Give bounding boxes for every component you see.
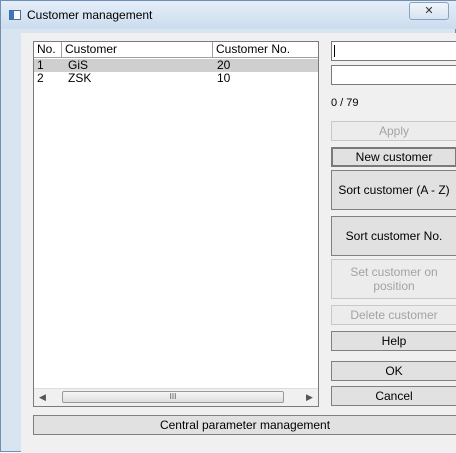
close-icon: ✕ <box>424 5 434 17</box>
scroll-left-icon[interactable]: ◀ <box>34 389 51 406</box>
column-header-no[interactable]: No. <box>34 42 62 58</box>
set-customer-on-position-button[interactable]: Set customer on position <box>331 259 456 299</box>
cell-customer-no: 10 <box>217 71 231 85</box>
scrollbar-grip: III <box>169 392 177 401</box>
central-parameter-management-button[interactable]: Central parameter management <box>33 415 456 435</box>
help-button[interactable]: Help <box>331 331 456 351</box>
close-button[interactable]: ✕ <box>409 2 449 20</box>
cancel-button[interactable]: Cancel <box>331 386 456 406</box>
sort-customer-no-button[interactable]: Sort customer No. <box>331 216 456 256</box>
cell-customer: ZSK <box>68 71 92 85</box>
table-row[interactable]: 2 ZSK 10 <box>34 72 318 85</box>
window-title: Customer management <box>27 8 153 22</box>
ok-button[interactable]: OK <box>331 361 456 381</box>
horizontal-scrollbar[interactable]: ◀ III ▶ <box>34 388 318 406</box>
dialog-body: No. Customer Customer No. 1 GiS 20 2 ZSK… <box>21 33 456 453</box>
scrollbar-thumb[interactable]: III <box>62 391 284 403</box>
second-input[interactable] <box>331 65 456 85</box>
title-bar[interactable]: Customer management ✕ <box>1 1 456 29</box>
column-header-customer[interactable]: Customer <box>62 42 213 58</box>
text-caret <box>334 45 335 57</box>
window-icon <box>9 10 21 20</box>
sort-customer-az-button[interactable]: Sort customer (A - Z) <box>331 170 456 210</box>
customer-management-window: Customer management ✕ No. Customer Custo… <box>0 0 456 453</box>
column-header-customer-no[interactable]: Customer No. <box>213 42 318 58</box>
cell-no: 2 <box>37 71 44 85</box>
apply-button[interactable]: Apply <box>331 121 456 141</box>
scroll-right-icon[interactable]: ▶ <box>301 389 318 406</box>
customer-list[interactable]: No. Customer Customer No. 1 GiS 20 2 ZSK… <box>33 41 319 407</box>
delete-customer-button[interactable]: Delete customer <box>331 305 456 325</box>
record-counter: 0 / 79 <box>331 97 359 109</box>
new-customer-button[interactable]: New customer <box>331 147 456 167</box>
search-input[interactable] <box>331 41 456 61</box>
